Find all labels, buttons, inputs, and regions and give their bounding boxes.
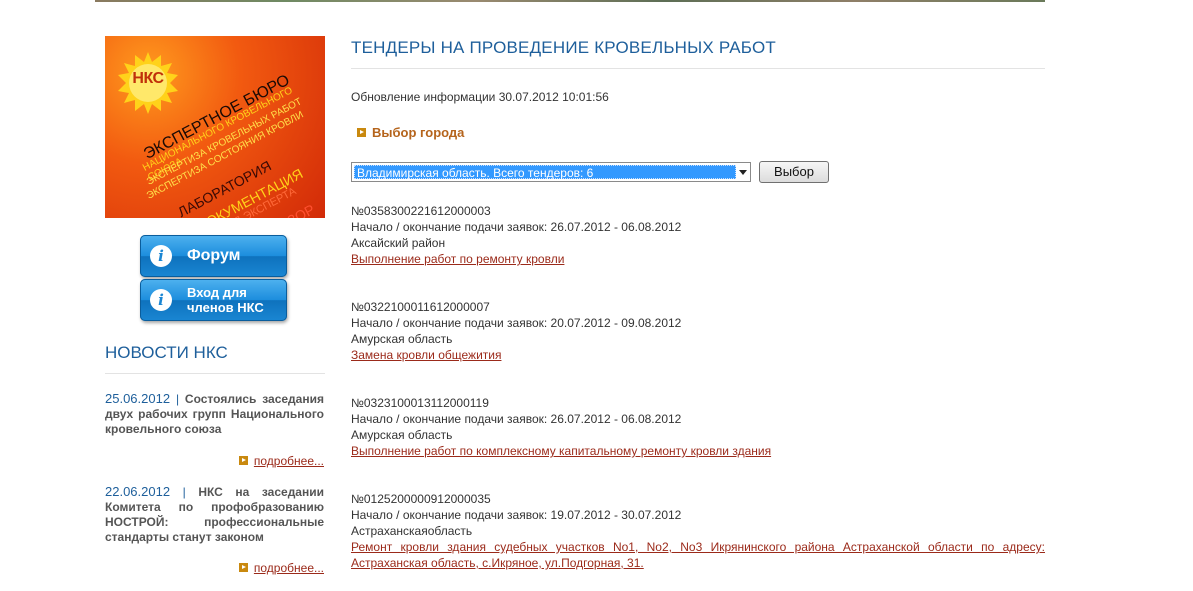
member-login-label-line1: Вход для xyxy=(187,285,247,300)
news-more-link[interactable]: подробнее... xyxy=(238,454,324,468)
choose-button[interactable]: Выбор xyxy=(759,161,829,183)
tender-link[interactable]: Выполнение работ по ремонту кровли xyxy=(351,251,1045,267)
city-select-link[interactable]: Выбор города xyxy=(357,125,464,140)
news-title: НОВОСТИ НКС xyxy=(105,343,228,362)
tender-link[interactable]: Ремонт кровли здания судебных участков N… xyxy=(351,539,1045,571)
member-login-label: Вход для членов НКС xyxy=(187,285,264,315)
news-date: 22.06.2012 xyxy=(105,484,171,499)
info-icon: i xyxy=(150,289,172,311)
info-icon: i xyxy=(150,245,172,267)
tender-item: №0358300221612000003 Начало / окончание … xyxy=(351,203,1045,267)
news-more-link[interactable]: подробнее... xyxy=(238,561,324,575)
page-title: ТЕНДЕРЫ НА ПРОВЕДЕНИЕ КРОВЕЛЬНЫХ РАБОТ xyxy=(351,38,776,57)
member-login-button[interactable]: i Вход для членов НКС xyxy=(140,279,287,321)
news-date: 25.06.2012 xyxy=(105,391,171,406)
tender-region: Амурская область xyxy=(351,428,453,442)
tender-region: Аксайский район xyxy=(351,236,446,250)
chevron-down-icon xyxy=(739,170,747,175)
region-select[interactable]: Владимирская область. Всего тендеров: 6 xyxy=(351,162,751,182)
seal-label: НКС xyxy=(132,70,164,87)
tender-dates: Начало / окончание подачи заявок: 20.07.… xyxy=(351,316,682,330)
arrow-bullet-icon xyxy=(238,456,248,465)
city-select-label: Выбор города xyxy=(372,125,465,140)
tender-item: №0322100011612000007 Начало / окончание … xyxy=(351,299,1045,363)
tender-link[interactable]: Выполнение работ по комплексному капитал… xyxy=(351,443,1045,459)
tender-number: №0322100011612000007 xyxy=(351,300,490,314)
news-separator: | xyxy=(175,392,180,406)
tender-item: №0323100013112000119 Начало / окончание … xyxy=(351,395,1045,459)
tender-region: Астраханскаяобласть xyxy=(351,524,473,538)
update-info: Обновление информации 30.07.2012 10:01:5… xyxy=(351,90,609,104)
title-divider xyxy=(351,68,1045,69)
forum-button[interactable]: i Форум xyxy=(140,235,287,277)
forum-button-label: Форум xyxy=(187,247,241,264)
tender-number: №0323100013112000119 xyxy=(351,396,489,410)
top-decor-strip xyxy=(95,0,1045,2)
tender-dates: Начало / окончание подачи заявок: 26.07.… xyxy=(351,412,682,426)
tender-dates: Начало / окончание подачи заявок: 26.07.… xyxy=(351,220,682,234)
news-more-label: подробнее... xyxy=(253,454,324,468)
arrow-bullet-icon xyxy=(238,563,248,572)
news-item: 22.06.2012 | НКС на заседании Комитета п… xyxy=(105,484,324,545)
news-divider xyxy=(105,373,325,374)
tender-number: №0358300221612000003 xyxy=(351,204,491,218)
region-select-value: Владимирская область. Всего тендеров: 6 xyxy=(354,165,736,180)
tender-dates: Начало / окончание подачи заявок: 19.07.… xyxy=(351,508,682,522)
news-separator: | xyxy=(182,485,186,499)
tender-link[interactable]: Замена кровли общежития xyxy=(351,347,1045,363)
expert-bureau-banner[interactable]: НКС ЭКСПЕРТНОЕ БЮРО НАЦИОНАЛЬНОГО КРОВЕЛ… xyxy=(105,36,325,218)
sidebar: НКС ЭКСПЕРТНОЕ БЮРО НАЦИОНАЛЬНОГО КРОВЕЛ… xyxy=(105,36,325,575)
arrow-bullet-icon xyxy=(357,128,366,137)
member-login-label-line2: членов НКС xyxy=(187,300,264,315)
news-item: 25.06.2012 | Состоялись заседания двух р… xyxy=(105,391,324,437)
tender-number: №0125200000912000035 xyxy=(351,492,491,506)
tender-region: Амурская область xyxy=(351,332,453,346)
news-more-label: подробнее... xyxy=(253,561,324,575)
tender-item: №0125200000912000035 Начало / окончание … xyxy=(351,491,1045,571)
